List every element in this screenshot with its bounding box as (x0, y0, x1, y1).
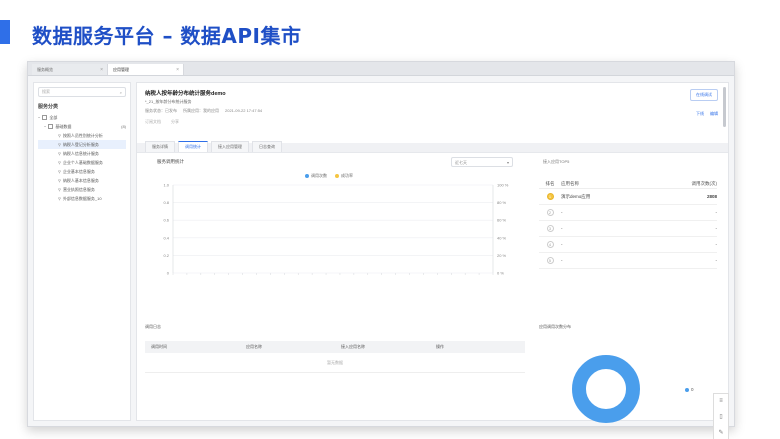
distribution-title: 应用调用次数分布 (539, 324, 571, 329)
y-left-tick-label: 1.0 (163, 183, 169, 188)
tree-item-service[interactable]: ⚲ 企业个人基础数据服务 (38, 158, 126, 167)
medal-icon: 3 (546, 225, 554, 232)
share-link[interactable]: 分享 (171, 119, 179, 125)
doc-link[interactable]: 订阅文档 (145, 119, 161, 125)
link-icon: ⚲ (58, 151, 61, 156)
link-icon: ⚲ (58, 160, 61, 165)
tree-item-service[interactable]: ⚲ 外部信息数据服务_10 (38, 194, 126, 203)
slide: 数据服务平台 – 数据API集市 服务概览 × 应用管理 × 搜索 ⌕ 服务分类 − 全… (0, 0, 780, 439)
browser-tabbar: 服务概览 × 应用管理 × (28, 62, 734, 76)
main-panel: 纳税人按年龄分布统计服务demo *_21_按年龄分布统计服务 服务状态：已发布… (136, 82, 729, 439)
date-range-select[interactable]: 近七天 ▾ (451, 157, 513, 167)
tree-item-service[interactable]: ⚲ 按照人员性别统计分析 (38, 131, 126, 140)
tree-item-basic[interactable]: − 基础数据 (8) (38, 122, 126, 131)
medal-icon: 5 (546, 257, 554, 264)
floating-toolbar: ≡ ▯ ✎ (713, 393, 729, 439)
checkbox[interactable] (48, 124, 54, 129)
y-left-tick-label: 0.4 (163, 235, 169, 240)
call-log-title: 调用日志 (145, 324, 161, 329)
edit-icon[interactable]: ✎ (718, 429, 723, 436)
y-right-tick-label: 80 % (497, 200, 507, 205)
service-meta: 服务状态：已发布 所属应用：我的应用 2021-09-22 17:47:54 (145, 108, 263, 113)
tree-item-service[interactable]: ⚲ 营业执照信息服务 (38, 185, 126, 194)
link-icon: ⚲ (58, 133, 61, 138)
y-right-tick-label: 20 % (497, 253, 507, 258)
detail-tabs: 服务详情 调用统计 接入应用管理 日志查询 (137, 141, 728, 153)
table-header: 调用时间 应用名称 接入应用名称 操作 (145, 341, 525, 353)
rank-select[interactable]: 接入应用TOP5 (543, 159, 717, 165)
link-icon: ⚲ (58, 196, 61, 201)
tree-item-service-selected[interactable]: ⚲ 纳税人登记分析服务 (38, 140, 126, 149)
chevron-down-icon: ▾ (506, 160, 509, 165)
medal-icon: 2 (546, 209, 554, 216)
checkbox[interactable] (42, 115, 48, 120)
rank-row: 1 演示demo应用 2808 (539, 189, 717, 205)
service-links: 下线 编辑 (696, 111, 718, 117)
link-icon: ⚲ (58, 187, 61, 192)
rank-panel: 接入应用TOP5 排名 应用名称 调用次数(次) 1 演示demo应用 2808… (539, 159, 717, 269)
rank-row: 4 - - (539, 237, 717, 253)
app-window: 服务概览 × 应用管理 × 搜索 ⌕ 服务分类 − 全部 − 基础数据 (8) ⚲ 按照人员性… (27, 61, 735, 439)
tree-item-service[interactable]: ⚲ 企业基本信息服务 (38, 167, 126, 176)
y-left-tick-label: 0.6 (163, 218, 169, 223)
debug-button[interactable]: 在线调试 (690, 89, 718, 101)
rank-row: 5 - - (539, 253, 717, 269)
close-icon[interactable]: × (176, 67, 179, 73)
y-right-tick-label: 0 % (497, 271, 504, 276)
medal-icon: 4 (546, 241, 554, 248)
browser-tab-overview[interactable]: 服务概览 × (32, 64, 108, 75)
rank-header: 排名 应用名称 调用次数(次) (539, 179, 717, 189)
stats-chart-panel: 服务调用统计 近七天 ▾ 调用次数 成功率 1.0 100 % 0.8 80 % 0.6 6… (145, 157, 525, 276)
service-actions: 订阅文档 分享 (145, 119, 720, 125)
y-right-tick-label: 40 % (497, 235, 507, 240)
service-header: 纳税人按年龄分布统计服务demo *_21_按年龄分布统计服务 服务状态：已发布… (137, 83, 728, 143)
y-right-tick-label: 60 % (497, 218, 507, 223)
link-icon: ⚲ (58, 178, 61, 183)
line-chart: 1.0 100 % 0.8 80 % 0.6 60 % 0.4 40 % 0.2 20 % 0 0 % (163, 183, 509, 276)
service-name: 纳税人按年龄分布统计服务demo (145, 91, 226, 97)
service-subtitle: *_21_按年龄分布统计服务 (145, 99, 192, 104)
tree-item-service[interactable]: ⚲ 纳税人信息统计服务 (38, 149, 126, 158)
sidebar: 搜索 ⌕ 服务分类 − 全部 − 基础数据 (8) ⚲ 按照人员性别统计分析 ⚲ 纳税人登记… (33, 82, 131, 421)
tree-item-all[interactable]: − 全部 (38, 113, 126, 122)
call-log-table: 调用时间 应用名称 接入应用名称 操作 暂无数据 (145, 341, 525, 373)
y-left-tick-label: 0 (167, 271, 170, 276)
tree-item-service[interactable]: ⚲ 纳税人基本信息服务 (38, 176, 126, 185)
close-icon[interactable]: × (100, 67, 103, 73)
link-icon: ⚲ (58, 142, 61, 147)
search-input[interactable]: 搜索 ⌕ (38, 87, 126, 97)
donut-legend: 0 (685, 387, 694, 392)
medal-icon: 1 (546, 193, 554, 200)
browser-tab-app[interactable]: 应用管理 × (108, 64, 184, 75)
search-icon: ⌕ (119, 89, 122, 95)
sidebar-section-title: 服务分类 (38, 104, 59, 110)
table-empty: 暂无数据 (145, 353, 525, 373)
rank-row: 3 - - (539, 221, 717, 237)
expand-icon[interactable]: − (38, 115, 40, 120)
menu-icon[interactable]: ≡ (719, 398, 723, 404)
link-icon: ⚲ (58, 169, 61, 174)
slide-title: 数据服务平台 – 数据API集市 (32, 24, 302, 48)
rank-row: 2 - - (539, 205, 717, 221)
y-right-tick-label: 100 % (497, 183, 509, 188)
y-left-tick-label: 0.8 (163, 200, 169, 205)
document-icon[interactable]: ▯ (719, 413, 722, 420)
offline-link[interactable]: 下线 (696, 111, 704, 117)
title-accent-bar (0, 20, 10, 44)
y-left-tick-label: 0.2 (163, 253, 169, 258)
donut-chart (572, 355, 640, 423)
edit-link[interactable]: 编辑 (710, 111, 718, 117)
expand-icon[interactable]: − (44, 124, 46, 129)
